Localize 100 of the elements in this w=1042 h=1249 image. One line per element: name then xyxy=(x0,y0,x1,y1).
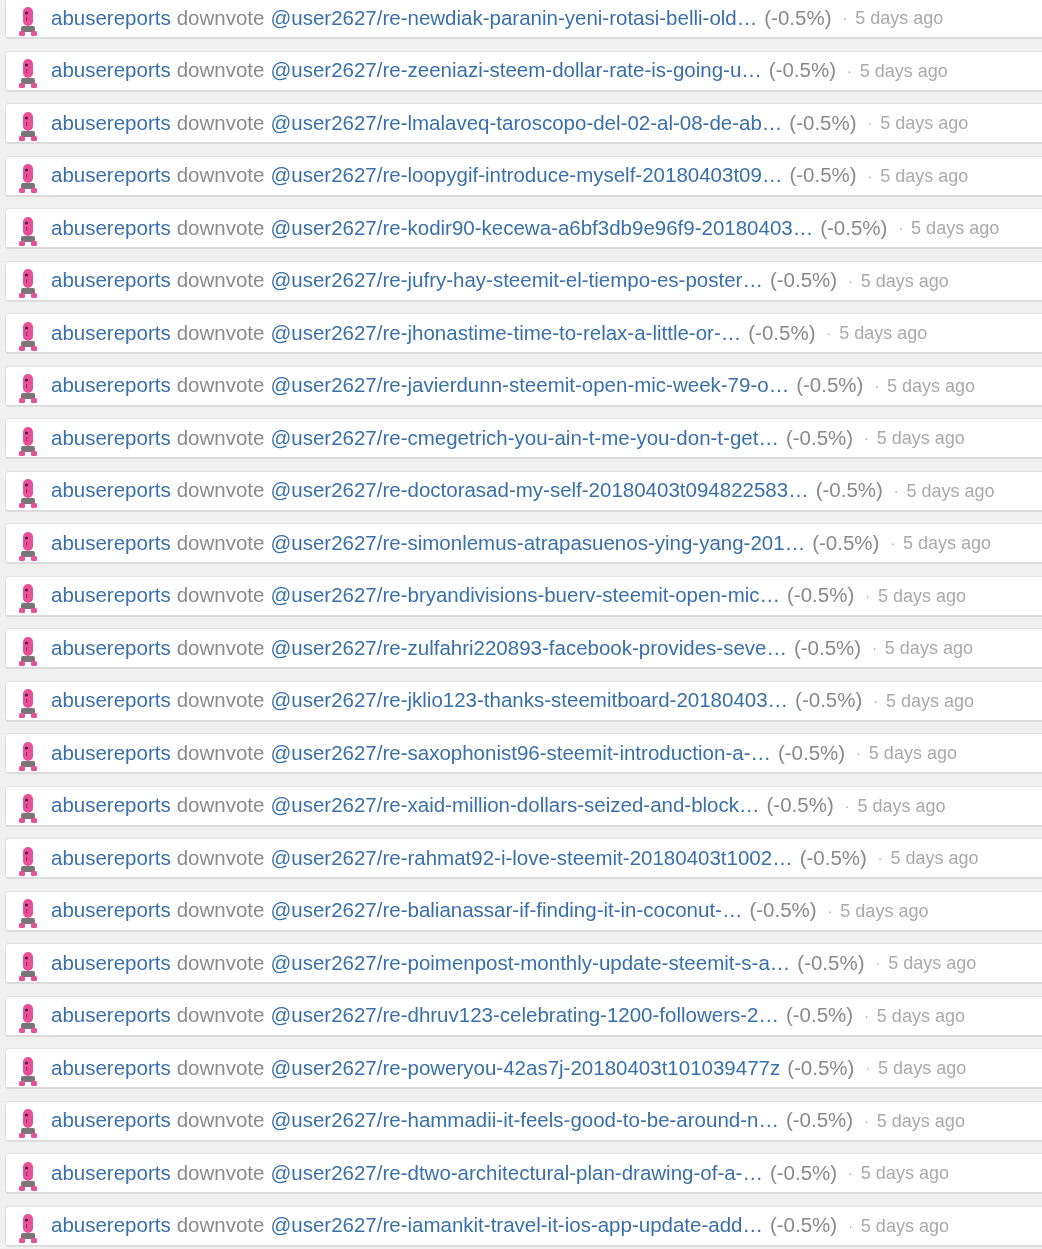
voter-link[interactable]: abusereports xyxy=(51,742,171,764)
post-link[interactable]: @user2627/re-simonlemus-atrapasuenos-ying-yang-201… xyxy=(270,532,806,554)
post-link[interactable]: @user2627/re-loopygif-introduce-myself-20180403t09… xyxy=(270,165,783,186)
post-link[interactable]: @user2627/re-iamankit-travel-it-ios-app-update-add… xyxy=(270,1215,763,1236)
timestamp: 5 days ago xyxy=(860,1216,949,1235)
voter-link[interactable]: abusereports xyxy=(51,1057,171,1079)
post-link[interactable]: @user2627/re-lmalaveq-taroscopo-del-02-al-08-de-ab… xyxy=(270,112,783,134)
vote-weight: (-0.5%) xyxy=(749,900,817,921)
timestamp: 5 days ago xyxy=(903,534,992,552)
voter-link[interactable]: abusereports xyxy=(51,532,171,554)
action-text: downvote xyxy=(176,1057,265,1079)
voter-link[interactable]: abusereports xyxy=(51,480,171,501)
post-link[interactable]: @user2627/re-jklio123-thanks-steemitboard-20180403… xyxy=(270,690,789,711)
vote-weight: (-0.5%) xyxy=(812,532,880,554)
action-text: downvote xyxy=(176,322,265,344)
post-link[interactable]: @user2627/re-zulfahri220893-facebook-provides-seve… xyxy=(270,637,787,659)
voter-link[interactable]: abusereports xyxy=(51,1162,171,1184)
voter-link[interactable]: abusereports xyxy=(51,217,171,239)
post-link[interactable]: @user2627/re-cmegetrich-you-ain-t-me-you-don-t-get… xyxy=(270,427,779,449)
robot-avatar-icon xyxy=(17,5,39,37)
action-text: downvote xyxy=(176,480,265,501)
voter-link[interactable]: abusereports xyxy=(51,1005,171,1026)
separator-dot: · xyxy=(848,273,853,288)
robot-avatar-icon xyxy=(17,425,39,457)
separator-dot: · xyxy=(874,378,880,393)
voter-link[interactable]: abusereports xyxy=(51,270,171,291)
robot-avatar-icon xyxy=(17,320,39,352)
voter-link[interactable]: abusereports xyxy=(51,322,171,344)
voter-link[interactable]: abusereports xyxy=(51,585,171,606)
separator-dot: · xyxy=(826,326,832,340)
robot-avatar-icon xyxy=(17,215,39,247)
vote-weight: (-0.5%) xyxy=(769,1215,838,1236)
voter-link[interactable]: abusereports xyxy=(51,637,171,659)
timestamp: 5 days ago xyxy=(860,1164,949,1182)
action-text: downvote xyxy=(176,795,265,816)
separator-dot: · xyxy=(873,693,878,708)
action-text: downvote xyxy=(176,60,265,81)
post-link[interactable]: @user2627/re-dhruv123-celebrating-1200-followers-2… xyxy=(270,1005,779,1026)
post-link[interactable]: @user2627/re-doctorasad-my-self-20180403t094822583… xyxy=(270,480,809,501)
voter-link[interactable]: abusereports xyxy=(51,60,171,81)
separator-dot: · xyxy=(848,1218,853,1233)
timestamp: 5 days ago xyxy=(860,271,949,290)
voter-link[interactable]: abusereports xyxy=(51,112,171,134)
post-link[interactable]: @user2627/re-zeeniazi-steem-dollar-rate-is-going-u… xyxy=(270,60,762,81)
timestamp: 5 days ago xyxy=(911,219,1000,237)
separator-dot: · xyxy=(890,536,896,550)
voter-link[interactable]: abusereports xyxy=(51,847,171,869)
voter-link[interactable]: abusereports xyxy=(51,427,171,449)
vote-weight: (-0.5%) xyxy=(764,7,832,29)
action-text: downvote xyxy=(176,1110,265,1131)
voter-link[interactable]: abusereports xyxy=(51,7,171,29)
robot-avatar-icon xyxy=(17,110,39,142)
timestamp: 5 days ago xyxy=(855,9,944,27)
post-link[interactable]: @user2627/re-xaid-million-dollars-seized-and-block… xyxy=(270,795,760,816)
timestamp: 5 days ago xyxy=(840,901,929,920)
post-link[interactable]: @user2627/re-kodir90-kecewa-a6bf3db9e96f9-20180403… xyxy=(270,217,814,239)
post-link[interactable]: @user2627/re-javierdunn-steemit-open-mic-week-79-o… xyxy=(270,375,790,396)
robot-avatar-icon xyxy=(17,530,39,562)
action-text: downvote xyxy=(176,900,265,921)
robot-avatar-icon xyxy=(17,1108,39,1139)
robot-avatar-icon xyxy=(17,740,39,772)
voter-link[interactable]: abusereports xyxy=(51,795,171,816)
action-text: downvote xyxy=(176,217,265,239)
voter-link[interactable]: abusereports xyxy=(51,900,171,921)
robot-avatar-icon xyxy=(17,1213,39,1244)
timestamp: 5 days ago xyxy=(868,744,957,762)
post-link[interactable]: @user2627/re-saxophonist96-steemit-introduction-a-… xyxy=(270,742,771,764)
timestamp: 5 days ago xyxy=(878,1059,967,1077)
voter-link[interactable]: abusereports xyxy=(51,165,171,186)
post-link[interactable]: @user2627/re-newdiak-paranin-yeni-rotasi-belli-old… xyxy=(270,7,758,29)
action-text: downvote xyxy=(176,742,265,764)
vote-weight: (-0.5%) xyxy=(766,795,834,816)
post-link[interactable]: @user2627/re-hammadii-it-feels-good-to-be-around-n… xyxy=(270,1110,779,1131)
post-link[interactable]: @user2627/re-rahmat92-i-love-steemit-20180403t1002… xyxy=(270,847,793,869)
separator-dot: · xyxy=(864,1008,869,1023)
post-link[interactable]: @user2627/re-poimenpost-monthly-update-steemit-s-a… xyxy=(270,952,791,974)
robot-avatar-icon xyxy=(17,583,39,614)
timestamp: 5 days ago xyxy=(886,691,975,710)
separator-dot: · xyxy=(893,483,899,498)
robot-avatar-icon xyxy=(17,1003,39,1034)
action-text: downvote xyxy=(176,585,265,606)
voter-link[interactable]: abusereports xyxy=(51,690,171,711)
action-text: downvote xyxy=(176,427,265,449)
vote-weight: (-0.5%) xyxy=(789,165,857,186)
post-link[interactable]: @user2627/re-balianassar-if-finding-it-in-coconut-… xyxy=(270,900,743,921)
separator-dot: · xyxy=(856,746,861,760)
vote-weight: (-0.5%) xyxy=(787,1057,855,1079)
robot-avatar-icon xyxy=(17,268,39,299)
post-link[interactable]: @user2627/re-bryandivisions-buerv-steemit-open-mic… xyxy=(270,585,781,606)
post-link[interactable]: @user2627/re-poweryou-42as7j-20180403t101039477z xyxy=(270,1057,781,1079)
voter-link[interactable]: abusereports xyxy=(51,375,171,396)
voter-link[interactable]: abusereports xyxy=(51,1110,171,1131)
vote-weight: (-0.5%) xyxy=(785,1005,854,1026)
voter-link[interactable]: abusereports xyxy=(51,1215,171,1236)
post-link[interactable]: @user2627/re-jhonastime-time-to-relax-a-little-or-… xyxy=(270,322,742,344)
post-link[interactable]: @user2627/re-dtwo-architectural-plan-drawing-of-a-… xyxy=(270,1162,763,1184)
vote-weight: (-0.5%) xyxy=(785,1110,854,1131)
voter-link[interactable]: abusereports xyxy=(51,952,171,974)
action-text: downvote xyxy=(176,112,265,134)
post-link[interactable]: @user2627/re-jufry-hay-steemit-el-tiempo-es-poster… xyxy=(270,270,763,291)
